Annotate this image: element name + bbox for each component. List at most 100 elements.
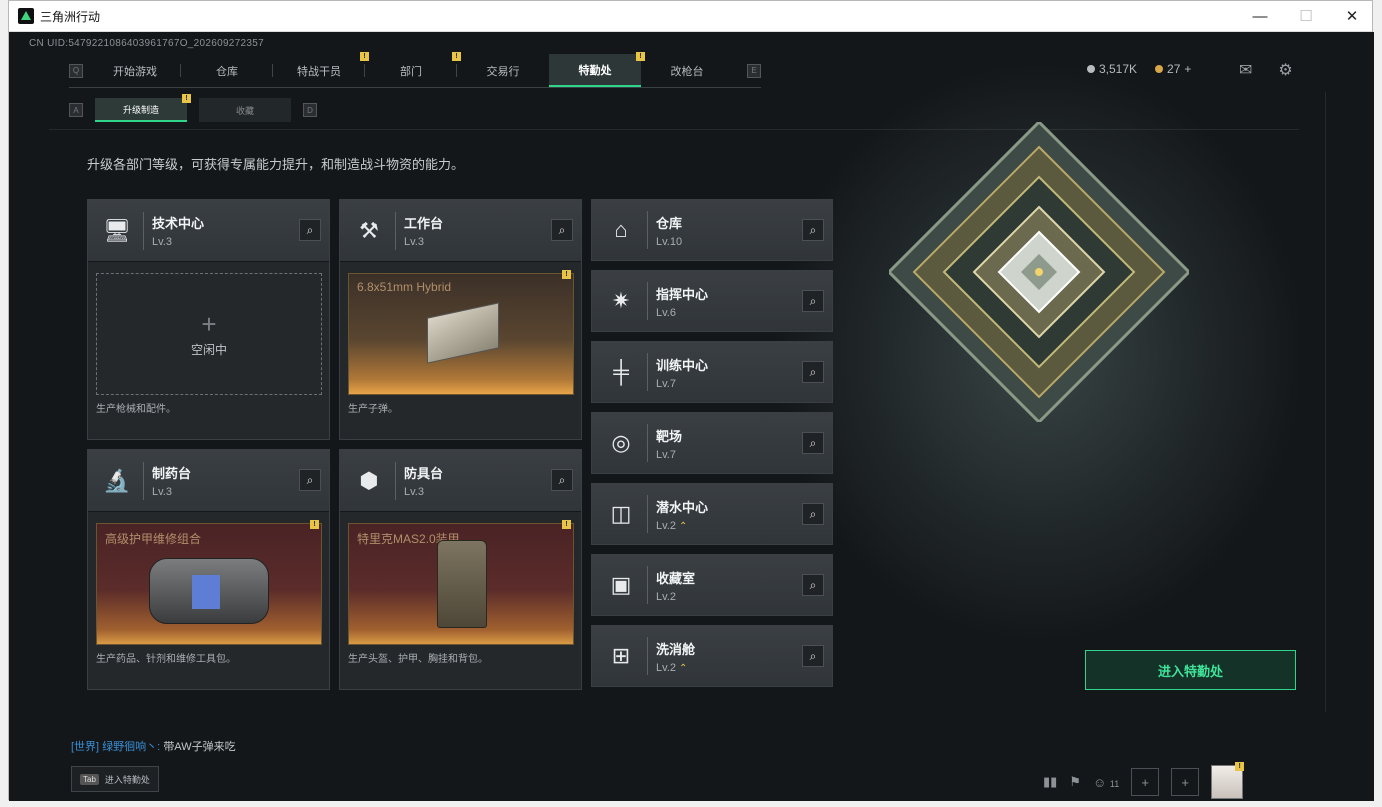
tab-gunsmith[interactable]: 改枪台 — [641, 54, 733, 87]
invite-slot-button[interactable]: + — [1171, 768, 1200, 796]
tab-warehouse[interactable]: 仓库 — [181, 54, 273, 87]
notification-badge: ! — [562, 270, 571, 279]
armor-blocks-icon: ⬢ — [359, 467, 379, 493]
search-icon[interactable]: ⌕ — [802, 361, 824, 383]
decontamination-icon: ⊞ — [611, 643, 631, 668]
chat-line[interactable]: [世界] 绿野徊响丶: 带AW子弹来吃 — [71, 738, 236, 754]
upgrade-available-icon: ⌃ — [678, 520, 688, 532]
card-header: ⊞ 洗消舱 Lv.2 ⌃ ⌕ — [592, 626, 832, 686]
department-storage[interactable]: ⌂ 仓库 Lv.10 ⌕ — [591, 199, 833, 261]
search-icon[interactable]: ⌕ — [802, 290, 824, 312]
department-decontamination[interactable]: ⊞ 洗消舱 Lv.2 ⌃ ⌕ — [591, 625, 833, 687]
diving-mask-icon: ◫ — [610, 501, 632, 526]
card-armor-bench[interactable]: ⬢ 防具台 Lv.3 ⌕ 特里克MAS2.0装甲 ! 生产头盔、护甲、胸挂和背包。 — [339, 449, 582, 690]
notification-badge: ! — [182, 94, 191, 103]
ticket-amount: 27 — [1167, 62, 1181, 76]
ticket-icon — [1155, 65, 1164, 73]
nav-next-key[interactable]: E — [747, 63, 761, 78]
search-icon[interactable]: ⌕ — [802, 645, 824, 667]
tab-key: Tab — [80, 773, 99, 785]
tab-collection[interactable]: 收藏 — [199, 98, 291, 122]
card-name: 工作台 — [404, 216, 444, 231]
tab-market[interactable]: 交易行 — [457, 54, 549, 87]
card-header: ◫ 潜水中心 Lv.2 ⌃ ⌕ — [592, 484, 832, 544]
upgrade-available-icon: ⌃ — [678, 662, 688, 674]
slot-status: 空闲中 — [190, 342, 227, 357]
invite-slot-button[interactable]: + — [1131, 768, 1160, 796]
repair-bag-icon — [149, 558, 269, 624]
production-slot-empty[interactable]: + 空闲中 — [96, 273, 322, 395]
gear-icon[interactable]: ⚙ — [1278, 60, 1292, 80]
app-logo-icon — [18, 8, 34, 24]
tab-special-ops[interactable]: 特勤处! — [549, 52, 645, 87]
search-icon[interactable]: ⌕ — [802, 219, 824, 241]
production-slot[interactable]: 高级护甲维修组合 ! — [96, 520, 322, 645]
department-range[interactable]: ◎ 靶场 Lv.7 ⌕ — [591, 412, 833, 474]
plus-icon: + — [201, 308, 217, 339]
main-nav: Q 开始游戏 仓库 特战干员! 部门! 交易行 特勤处! 改枪台 E — [69, 52, 761, 88]
notification-badge: ! — [1235, 762, 1245, 771]
search-icon[interactable]: ⌕ — [802, 432, 824, 454]
card-note: 生产药品、针剂和维修工具包。 — [96, 654, 236, 665]
tab-label: 交易行 — [486, 65, 520, 78]
production-slot[interactable]: 特里克MAS2.0装甲 ! — [348, 520, 574, 645]
product-name: 6.8x51mm Hybrid — [357, 280, 452, 294]
card-level: Lv.3 — [152, 486, 172, 498]
app-window: 三角洲行动 — ☐ ✕ CN UID:5479221086403961767O_… — [8, 0, 1375, 801]
tab-operators[interactable]: 特战干员! — [273, 52, 369, 87]
ammo-box-icon — [427, 302, 499, 364]
friends-icon[interactable]: ☺ 11 — [1093, 775, 1119, 790]
product-name: 高级护甲维修组合 — [105, 532, 202, 546]
friends-count: 11 — [1109, 778, 1120, 789]
subnav-prev-key[interactable]: A — [69, 103, 83, 117]
search-icon[interactable]: ⌕ — [299, 469, 321, 491]
tab-label: 开始游戏 — [113, 65, 157, 78]
department-level: Lv.7 — [656, 448, 676, 461]
department-collection[interactable]: ▣ 收藏室 Lv.2 ⌕ — [591, 554, 833, 616]
card-tech-center[interactable]: 🖥 技术中心 Lv.3 ⌕ + 空闲中 生产枪械和配件。 — [87, 199, 330, 440]
department-name: 靶场 — [656, 428, 683, 444]
tab-departments[interactable]: 部门! — [365, 52, 461, 87]
card-pharmacy[interactable]: 🔬 制药台 Lv.3 ⌕ 高级护甲维修组合 ! 生产药品、针剂和维修工具包。 — [87, 449, 330, 690]
search-icon[interactable]: ⌕ — [551, 469, 573, 491]
department-level: Lv.10 — [656, 235, 683, 248]
card-name: 技术中心 — [152, 216, 205, 231]
level-text: Lv.2 — [656, 519, 676, 532]
close-button[interactable]: ✕ — [1329, 1, 1375, 31]
avatar[interactable]: ! — [1211, 762, 1245, 799]
department-command[interactable]: ✷ 指挥中心 Lv.6 ⌕ — [591, 270, 833, 332]
tab-upgrade-craft[interactable]: 升级制造 ! — [95, 94, 191, 122]
maximize-button[interactable]: ☐ — [1283, 1, 1329, 31]
level-text: Lv.2 — [656, 661, 676, 674]
coin-amount: 3,517K — [1099, 62, 1138, 76]
dumbbell-icon: ╪ — [613, 359, 629, 384]
card-name: 防具台 — [404, 466, 444, 481]
flag-icon[interactable]: ⚑ — [1069, 774, 1081, 790]
search-icon[interactable]: ⌕ — [802, 503, 824, 525]
mail-icon[interactable]: ✉ — [1239, 60, 1252, 80]
search-icon[interactable]: ⌕ — [299, 219, 321, 241]
nav-prev-key[interactable]: Q — [69, 63, 83, 78]
production-slot[interactable]: 6.8x51mm Hybrid ! — [348, 270, 574, 395]
tab-label: 特战干员 — [297, 65, 341, 78]
department-training[interactable]: ╪ 训练中心 Lv.7 ⌕ — [591, 341, 833, 403]
chat-user[interactable]: 绿野徊响丶: — [102, 741, 160, 753]
card-workbench[interactable]: ⚒ 工作台 Lv.3 ⌕ 6.8x51mm Hybrid ! 生产子弹。 — [339, 199, 582, 440]
card-header: ▣ 收藏室 Lv.2 ⌕ — [592, 555, 832, 615]
card-note: 生产枪械和配件。 — [96, 404, 176, 415]
tab-start-game[interactable]: 开始游戏 — [89, 54, 181, 87]
department-diving[interactable]: ◫ 潜水中心 Lv.2 ⌃ ⌕ — [591, 483, 833, 545]
page-description: 升级各部门等级，可获得专属能力提升，和制造战斗物资的能力。 — [87, 157, 465, 172]
tab-shortcut-hint[interactable]: Tab 进入特勤处 — [71, 766, 159, 792]
add-currency-button[interactable]: + — [1184, 62, 1191, 76]
search-icon[interactable]: ⌕ — [551, 219, 573, 241]
minimize-button[interactable]: — — [1237, 1, 1283, 31]
enter-special-ops-button[interactable]: 进入特勤处 — [1085, 650, 1296, 690]
stats-icon[interactable]: ▮▮ — [1043, 774, 1057, 790]
hud-line — [1325, 92, 1326, 712]
subnav-next-key[interactable]: D — [303, 103, 317, 117]
search-icon[interactable]: ⌕ — [802, 574, 824, 596]
card-header: 🖥 技术中心 Lv.3 ⌕ — [88, 200, 329, 262]
department-name: 训练中心 — [656, 357, 709, 373]
department-name: 收藏室 — [656, 570, 696, 586]
